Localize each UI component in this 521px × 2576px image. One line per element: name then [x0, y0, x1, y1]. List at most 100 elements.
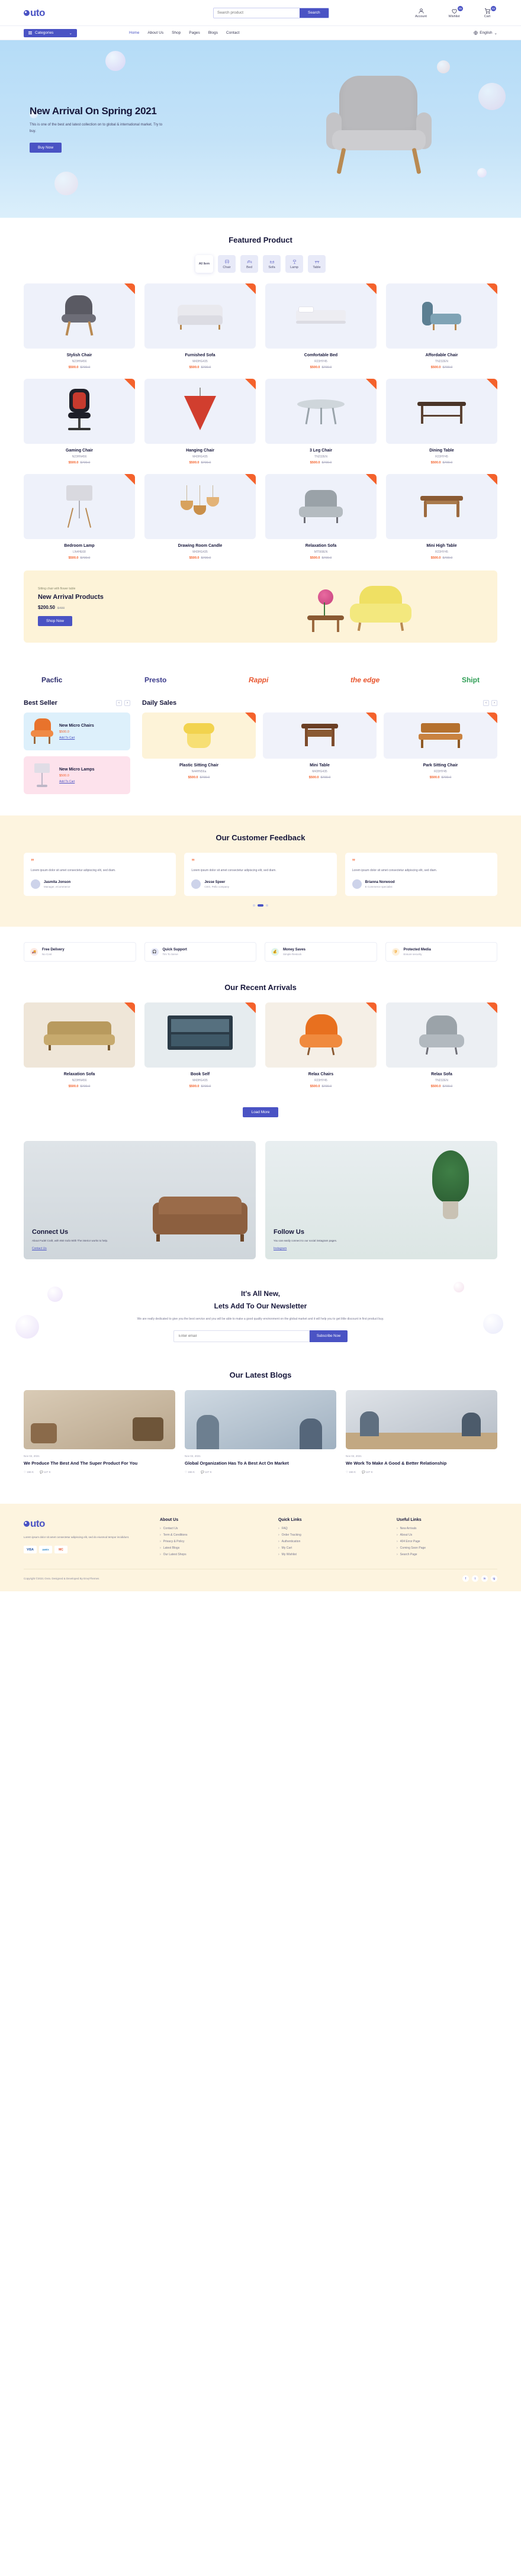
- dailysales-prev-button[interactable]: ‹: [483, 700, 489, 706]
- tab-sofa[interactable]: Sofa: [263, 255, 281, 273]
- product-card[interactable]: Drawing Room Candle M43HG435 $500.0 $700.…: [144, 474, 256, 560]
- footer-link[interactable]: › Latest Blogs: [160, 1546, 260, 1550]
- hero-buy-now-button[interactable]: Buy Now: [30, 143, 62, 153]
- connect-us-card[interactable]: Connect Us About Fudel Craft, with 850 S…: [24, 1141, 256, 1260]
- product-card[interactable]: Relaxation Sofa MT569EN $500.0 $700.0: [265, 474, 377, 560]
- tab-all-item[interactable]: All Item: [195, 255, 213, 273]
- tab-table[interactable]: Table: [308, 255, 326, 273]
- carousel-dot-active[interactable]: [258, 904, 263, 907]
- bed-icon: [247, 260, 252, 263]
- product-card[interactable]: 3 Leg Chair TN232EN $500.0 $700.0: [265, 379, 377, 465]
- product-card[interactable]: Book Self M43HG435 $500.0 $700.0: [144, 1002, 256, 1088]
- site-logo[interactable]: uto: [24, 7, 142, 19]
- wishlist-action[interactable]: 05 Wishlist: [444, 5, 464, 18]
- footer-logo[interactable]: uto: [24, 1518, 142, 1530]
- promo-shop-now-button[interactable]: Shop Now: [38, 616, 72, 626]
- bestseller-add-to-cart-link[interactable]: Add To Cart: [59, 736, 94, 740]
- product-card[interactable]: Relax Chairs R23HY45 $500.0 $700.0: [265, 1002, 377, 1088]
- search-input[interactable]: [214, 8, 300, 18]
- bestseller-next-button[interactable]: ›: [124, 700, 130, 706]
- product-card[interactable]: Mini High Table R23HY45 $500.0 $700.0: [386, 474, 497, 560]
- price-current: $500.0: [189, 461, 200, 465]
- tab-lamp-label: Lamp: [290, 265, 298, 269]
- price-old: $700.0: [201, 1085, 211, 1089]
- logo-dot-icon: [24, 1521, 30, 1527]
- newsletter-email-input[interactable]: [173, 1330, 310, 1343]
- bestseller-item[interactable]: New Micro Chairs $500.0 Add To Cart: [24, 712, 130, 750]
- footer-link[interactable]: › Order Tracking: [278, 1533, 379, 1537]
- search-box[interactable]: Search: [213, 7, 329, 18]
- footer-column-quick-links: Quick Links › FAQ › Order Tracking › Authen…: [278, 1518, 379, 1559]
- product-card[interactable]: Dining Table R23HY45 $500.0 $700.0: [386, 379, 497, 465]
- decorative-bubble: [15, 1315, 39, 1339]
- search-button[interactable]: Search: [300, 8, 329, 18]
- park-sitting-chair-illustration: [419, 722, 462, 749]
- footer-link[interactable]: › New Arrivals: [397, 1527, 497, 1530]
- product-card[interactable]: Stylish Chair N23HN456 $500.0 $700.0: [24, 283, 135, 369]
- footer-link[interactable]: › Privacy & Policy: [160, 1540, 260, 1543]
- carousel-dot[interactable]: [266, 904, 268, 907]
- product-card[interactable]: Park Sitting Chair R23HY45 $500.0 $700.0: [384, 712, 497, 779]
- product-card[interactable]: Hanging Chair M43HG435 $500.0 $700.0: [144, 379, 256, 465]
- tab-lamp[interactable]: Lamp: [285, 255, 303, 273]
- footer-link[interactable]: › Term & Conditions: [160, 1533, 260, 1537]
- feature-title: Money Saves: [283, 948, 306, 952]
- follow-us-card[interactable]: Follow Us You can easily connect to our …: [265, 1141, 497, 1260]
- nav-item-shop[interactable]: Shop: [172, 31, 181, 35]
- product-card[interactable]: Affordable Chair TN232EN $500.0 $700.0: [386, 283, 497, 369]
- carousel-dot[interactable]: [253, 904, 255, 907]
- instagram-icon[interactable]: ig: [491, 1575, 497, 1582]
- product-card[interactable]: Bedroom Lamp LN4HE68 $500.0 $700.0: [24, 474, 135, 560]
- coin-icon: 💰: [271, 948, 279, 956]
- cart-action[interactable]: 02 Cart: [477, 5, 497, 18]
- nav-item-about-us[interactable]: About Us: [147, 31, 163, 35]
- nav-item-blogs[interactable]: Blogs: [208, 31, 218, 35]
- bestseller-add-to-cart-link[interactable]: Add To Cart: [59, 780, 95, 784]
- features-section: 🚚 Free Delivery No Cost 🎧 Quick Support …: [24, 927, 497, 977]
- footer-link[interactable]: › Our Latest Shops: [160, 1553, 260, 1556]
- bestseller-item[interactable]: New Micro Lamps $500.0 Add To Cart: [24, 756, 130, 794]
- follow-link[interactable]: Instagram: [274, 1247, 287, 1250]
- tab-bed[interactable]: Bed: [240, 255, 258, 273]
- footer-logo-text: uto: [30, 1518, 45, 1530]
- product-card[interactable]: Relaxation Sofa N23HN456 $500.0 $700.0: [24, 1002, 135, 1088]
- categories-dropdown[interactable]: Categories ⌄: [24, 28, 77, 37]
- tab-chair[interactable]: Chair: [218, 255, 236, 273]
- footer-link[interactable]: › FAQ: [278, 1527, 379, 1530]
- account-action[interactable]: Account: [411, 8, 431, 18]
- footer-link[interactable]: › Search Page: [397, 1553, 497, 1556]
- price-old: $700.0: [321, 1085, 332, 1089]
- header-actions: Account 05 Wishlist 02 Cart: [411, 5, 497, 18]
- blog-card[interactable]: Nov 02, 2021 We Produce The Best And The…: [24, 1390, 175, 1474]
- connect-link[interactable]: Contact Us: [32, 1247, 47, 1250]
- linkedin-icon[interactable]: in: [481, 1575, 488, 1582]
- product-card[interactable]: Gaming Chair N23HN456 $500.0 $700.0: [24, 379, 135, 465]
- footer-link[interactable]: › Coming Soon Page: [397, 1546, 497, 1550]
- blog-card[interactable]: Nov 02, 2021 We Work To Make A Good & Be…: [346, 1390, 497, 1474]
- footer-link[interactable]: › My Wishlist: [278, 1553, 379, 1556]
- product-code: N23HN456: [72, 360, 87, 363]
- nav-item-pages[interactable]: Pages: [189, 31, 200, 35]
- footer-link[interactable]: › 404 Error Page: [397, 1540, 497, 1543]
- blog-card[interactable]: Nov 02, 2021 Global Organization Has To …: [185, 1390, 336, 1474]
- product-card[interactable]: Comfortable Bed R23HY45 $500.0 $700.0: [265, 283, 377, 369]
- dailysales-next-button[interactable]: ›: [491, 700, 497, 706]
- product-card[interactable]: Furnished Sofa M43HG435 $500.0 $700.0: [144, 283, 256, 369]
- footer-link[interactable]: › Contact Us: [160, 1527, 260, 1530]
- nav-item-contact[interactable]: Contact: [226, 31, 239, 35]
- product-card[interactable]: Relax Sofa TN232EN $500.0 $700.0: [386, 1002, 497, 1088]
- load-more-button[interactable]: Load More: [243, 1107, 278, 1118]
- footer-link[interactable]: › Authentication: [278, 1540, 379, 1543]
- product-price: $500.0 $700.0: [265, 1085, 377, 1088]
- language-selector[interactable]: English ⌄: [474, 31, 497, 36]
- product-card[interactable]: Plastic Sitting Chair N44HN56a $500.0 $70…: [142, 712, 256, 779]
- bestseller-prev-button[interactable]: ‹: [116, 700, 122, 706]
- product-price: $500.0 $700.0: [24, 1085, 135, 1088]
- footer-link[interactable]: › My Cart: [278, 1546, 379, 1550]
- facebook-icon[interactable]: f: [462, 1575, 469, 1582]
- twitter-icon[interactable]: t: [472, 1575, 478, 1582]
- product-card[interactable]: Mini Table M43HG435 $500.0 $700.0: [263, 712, 377, 779]
- newsletter-subscribe-button[interactable]: Subscribe Now: [309, 1330, 348, 1343]
- footer-link[interactable]: › About Us: [397, 1533, 497, 1537]
- nav-item-home[interactable]: Home: [129, 31, 139, 35]
